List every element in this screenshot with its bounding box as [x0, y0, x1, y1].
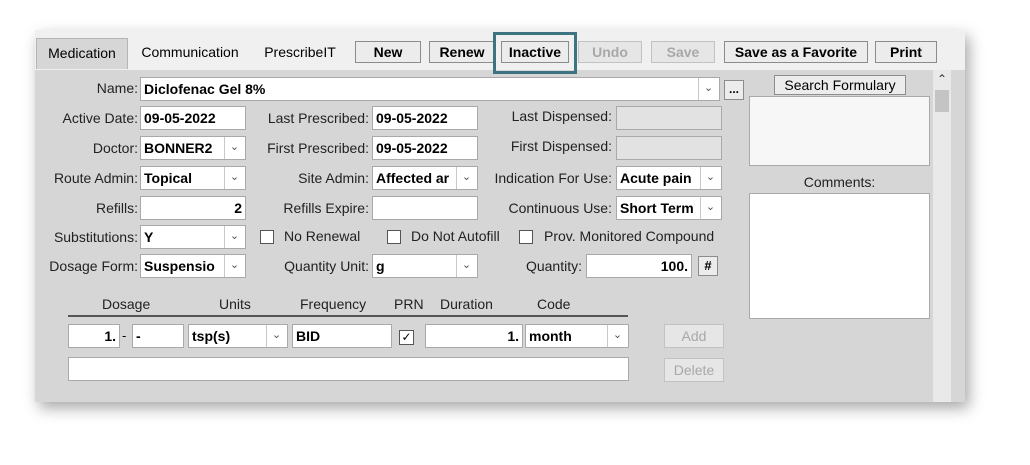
first-prescribed-field[interactable]: 09-05-2022 — [372, 136, 478, 160]
no-renewal-label: No Renewal — [284, 228, 361, 244]
renew-button[interactable]: Renew — [429, 41, 495, 63]
units-header: Units — [219, 296, 251, 312]
dosage-range-field[interactable]: - — [132, 324, 184, 348]
dosage-form-label: Dosage Form: — [49, 258, 138, 274]
chevron-down-icon[interactable]: ⌄ — [456, 255, 476, 277]
first-dispensed-field — [616, 136, 722, 160]
add-button[interactable]: Add — [664, 324, 724, 348]
comments-textarea[interactable] — [749, 193, 930, 319]
instructions-field[interactable] — [68, 357, 629, 381]
substitutions-label: Substitutions: — [53, 229, 138, 245]
undo-button[interactable]: Undo — [578, 41, 642, 63]
scrollbar-thumb[interactable] — [935, 90, 949, 112]
prov-monitored-checkbox[interactable] — [519, 230, 533, 244]
chevron-down-icon[interactable]: ⌄ — [456, 167, 476, 189]
save-favorite-button[interactable]: Save as a Favorite — [724, 41, 868, 63]
indication-label: Indication For Use: — [494, 170, 613, 186]
no-autofill-checkbox[interactable] — [387, 230, 401, 244]
prov-monitored-label: Prov. Monitored Compound — [544, 228, 715, 244]
print-button[interactable]: Print — [875, 41, 937, 63]
first-prescribed-label: First Prescribed: — [267, 140, 369, 156]
doctor-label: Doctor: — [92, 140, 138, 156]
chevron-down-icon[interactable]: ⌄ — [224, 226, 244, 248]
dosage-field[interactable]: 1. — [68, 324, 120, 348]
last-prescribed-field[interactable]: 09-05-2022 — [372, 106, 478, 130]
code-header: Code — [537, 296, 571, 312]
quantity-label: Quantity: — [525, 258, 582, 274]
route-admin-label: Route Admin: — [53, 170, 138, 186]
dosing-divider — [68, 315, 628, 317]
save-button[interactable]: Save — [651, 41, 715, 63]
comments-label: Comments: — [803, 174, 876, 190]
hash-button[interactable]: # — [698, 256, 718, 276]
scroll-up-icon[interactable]: ⌃ — [933, 70, 951, 88]
quantity-unit-label: Quantity Unit: — [284, 258, 369, 274]
scrollbar-track[interactable] — [933, 70, 951, 402]
name-field[interactable]: Diclofenac Gel 8% — [140, 77, 720, 101]
frequency-header: Frequency — [300, 296, 367, 312]
no-autofill-label: Do Not Autofill — [411, 228, 500, 244]
last-dispensed-label: Last Dispensed: — [511, 108, 612, 124]
refills-field[interactable]: 2 — [140, 196, 246, 220]
refills-expire-field[interactable] — [372, 196, 478, 220]
inactive-button[interactable]: Inactive — [501, 41, 569, 63]
chevron-down-icon[interactable]: ⌄ — [224, 137, 244, 159]
refills-expire-label: Refills Expire: — [283, 200, 369, 216]
dosage-separator: - — [122, 328, 127, 343]
chevron-down-icon[interactable]: ⌄ — [700, 197, 720, 219]
name-label: Name: — [96, 80, 138, 96]
dosage-header: Dosage — [102, 296, 151, 312]
chevron-down-icon[interactable]: ⌄ — [700, 167, 720, 189]
active-date-field[interactable]: 09-05-2022 — [140, 106, 246, 130]
prn-checkbox[interactable]: ✓ — [399, 330, 414, 345]
more-button[interactable]: ... — [724, 80, 744, 100]
last-prescribed-label: Last Prescribed: — [267, 110, 369, 126]
new-button[interactable]: New — [355, 41, 421, 63]
duration-header: Duration — [440, 296, 493, 312]
formulary-box — [749, 96, 930, 166]
chevron-down-icon[interactable]: ⌄ — [266, 325, 286, 347]
chevron-down-icon[interactable]: ⌄ — [607, 325, 627, 347]
continuous-use-label: Continuous Use: — [508, 200, 612, 216]
refills-label: Refills: — [95, 200, 138, 216]
prn-header: PRN — [394, 296, 424, 312]
quantity-field[interactable]: 100. — [586, 254, 692, 278]
active-date-label: Active Date: — [62, 110, 138, 126]
tab-communication[interactable]: Communication — [130, 38, 250, 68]
first-dispensed-label: First Dispensed: — [510, 138, 612, 154]
site-admin-label: Site Admin: — [298, 170, 369, 186]
delete-button[interactable]: Delete — [664, 358, 724, 382]
chevron-down-icon[interactable]: ⌄ — [224, 167, 244, 189]
duration-field[interactable]: 1. — [425, 324, 523, 348]
tab-medication[interactable]: Medication — [36, 38, 128, 69]
frequency-field[interactable]: BID — [292, 324, 392, 348]
chevron-down-icon[interactable]: ⌄ — [224, 255, 244, 277]
last-dispensed-field — [616, 106, 722, 130]
tab-prescribeit[interactable]: PrescribeIT — [255, 38, 345, 68]
no-renewal-checkbox[interactable] — [260, 230, 274, 244]
search-formulary-button[interactable]: Search Formulary — [774, 75, 906, 95]
chevron-down-icon[interactable]: ⌄ — [698, 78, 718, 100]
